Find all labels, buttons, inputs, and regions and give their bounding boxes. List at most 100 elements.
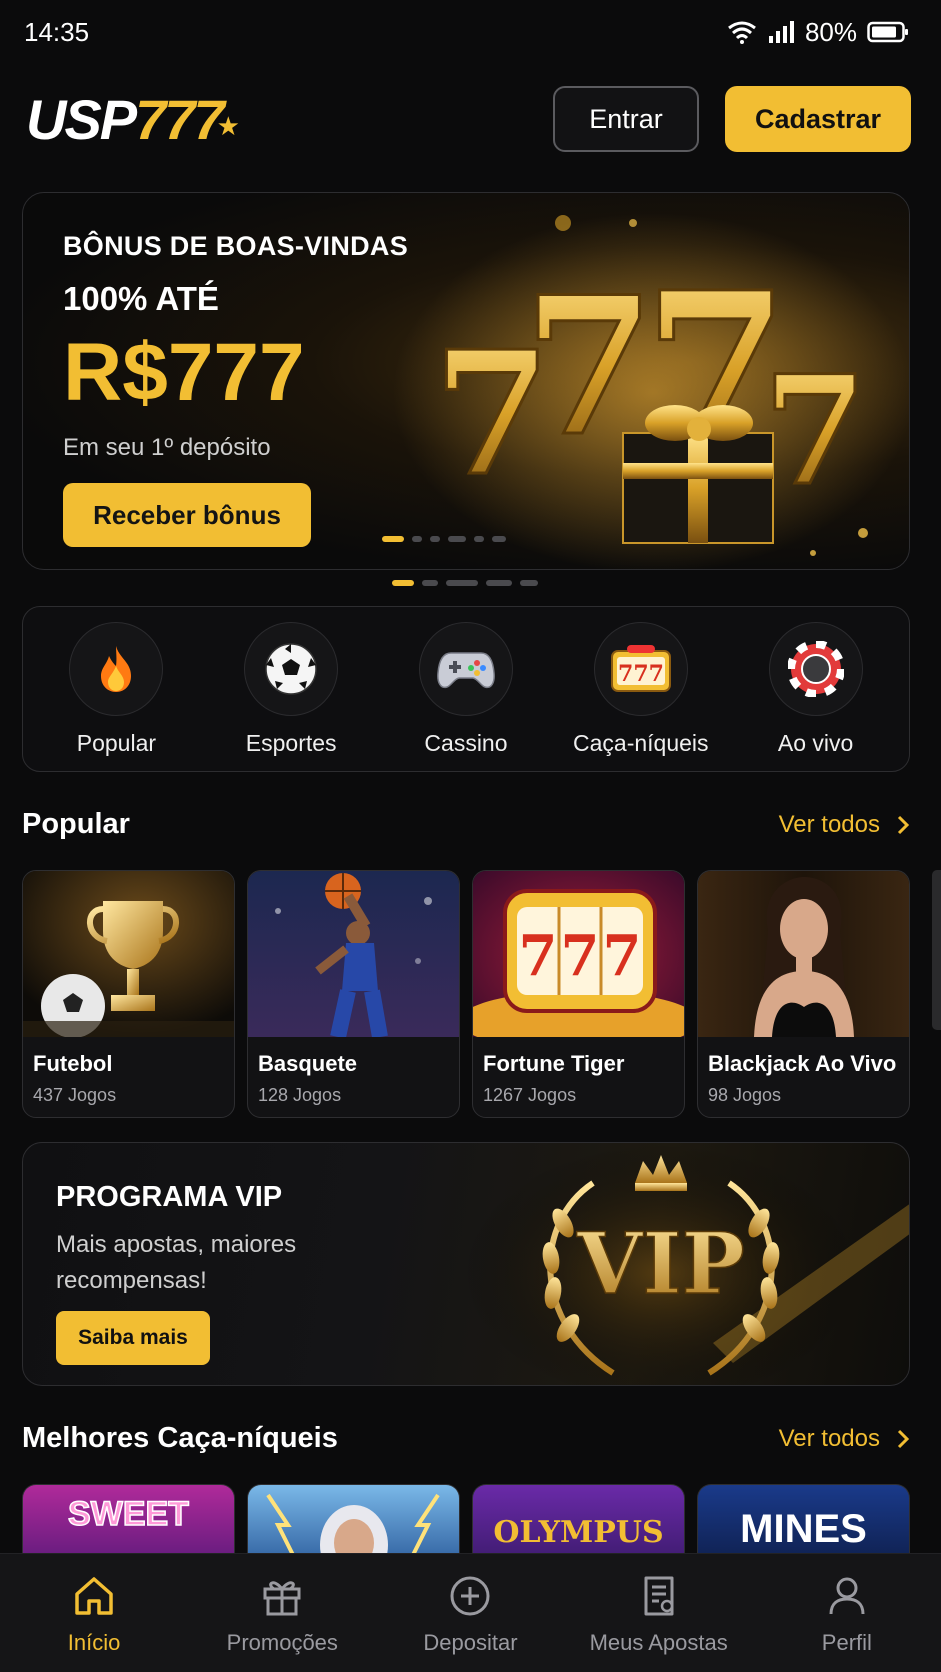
popular-section-header: Popular Ver todos	[22, 808, 910, 841]
learn-more-button[interactable]: Saiba mais	[56, 1311, 210, 1365]
card-title: Futebol	[33, 1051, 113, 1076]
hero-subtitle: Em seu 1º depósito	[63, 434, 271, 461]
register-button[interactable]: Cadastrar	[725, 86, 911, 152]
status-bar: 14:35 80%	[0, 0, 941, 64]
receipt-icon	[644, 1576, 674, 1616]
pagination-dot[interactable]	[486, 580, 512, 586]
svg-text:7: 7	[603, 923, 642, 989]
next-card-peek	[932, 870, 941, 1030]
live-dealer-image	[698, 871, 909, 1037]
pagination-dot[interactable]	[412, 536, 422, 542]
pagination-dot[interactable]	[422, 580, 438, 586]
trophy-ball-image	[23, 871, 234, 1037]
card-count: 128 Jogos	[258, 1085, 342, 1105]
card-title: Fortune Tiger	[483, 1051, 625, 1076]
popular-carousel: Futebol 437 Jogos Basquete 128 Jogos 7 7…	[22, 870, 910, 1118]
category-label: Ao vivo	[777, 729, 854, 756]
svg-text:7: 7	[519, 923, 558, 989]
game-card-basketball[interactable]: Basquete 128 Jogos	[247, 870, 460, 1118]
banner-pagination	[392, 580, 538, 586]
nav-my-bets[interactable]: Meus Apostas	[574, 1574, 744, 1656]
user-icon	[829, 1577, 865, 1615]
category-popular[interactable]: Popular	[31, 621, 201, 757]
slot-777-icon: 777	[593, 621, 688, 716]
signal-icon	[768, 21, 794, 43]
category-slots[interactable]: 777 Caça-níqueis	[556, 621, 726, 757]
category-casino[interactable]: Cassino	[381, 621, 551, 757]
card-title: Blackjack Ao Vivo	[708, 1051, 897, 1076]
vip-laurel-crown-illustration: VIP	[461, 1143, 909, 1385]
plus-circle-icon	[450, 1576, 490, 1616]
pagination-dot[interactable]	[520, 580, 538, 586]
pagination-dot[interactable]	[474, 536, 484, 542]
golden-777-gift-illustration: 7 7 7 7	[393, 213, 909, 569]
battery-percent: 80%	[804, 16, 857, 47]
category-label: Esportes	[245, 729, 337, 756]
category-label: Cassino	[424, 729, 508, 756]
slot-art-title: SWEET	[67, 1494, 189, 1534]
casino-chip-icon	[768, 621, 863, 716]
pagination-dot-active[interactable]	[382, 536, 404, 542]
vip-title: PROGRAMA VIP	[56, 1181, 283, 1213]
card-count: 1267 Jogos	[483, 1085, 577, 1105]
logo[interactable]: USP 777 ★	[26, 87, 240, 152]
hero-text: BÔNUS DE BOAS-VINDAS 100% ATÉ R$777 Em s…	[63, 231, 408, 462]
hero-offer-line: 100% ATÉ	[63, 280, 219, 317]
card-count: 98 Jogos	[708, 1085, 782, 1105]
pagination-dot[interactable]	[446, 580, 478, 586]
svg-text:777: 777	[618, 661, 664, 687]
slot-art-title: MINES	[740, 1507, 867, 1551]
nav-deposit[interactable]: Depositar	[385, 1574, 555, 1656]
pagination-dot[interactable]	[492, 536, 506, 542]
category-live[interactable]: Ao vivo	[731, 621, 901, 757]
nav-home[interactable]: Início	[9, 1574, 179, 1656]
status-icons: 80%	[727, 17, 909, 48]
vip-subtitle: Mais apostas, maiores recompensas!	[56, 1231, 297, 1294]
popular-see-all-link[interactable]: Ver todos	[779, 811, 910, 839]
card-count: 437 Jogos	[33, 1085, 117, 1105]
welcome-bonus-banner[interactable]: 7 7 7 7 BÔNUS DE BOAS-VINDAS 100% ATÉ R$…	[22, 192, 910, 570]
header: USP 777 ★ Entrar Cadastrar	[0, 84, 941, 154]
home-icon	[75, 1577, 113, 1615]
banner-inner-pagination	[382, 536, 506, 542]
slot-art-title: OLYMPUS	[493, 1515, 664, 1550]
star-icon: ★	[216, 110, 240, 141]
nav-label: Depositar	[423, 1630, 518, 1655]
login-button[interactable]: Entrar	[553, 86, 699, 152]
gamepad-icon	[418, 621, 513, 716]
section-title: Popular	[22, 808, 130, 840]
chevron-right-icon	[897, 1429, 910, 1448]
category-bar: Popular Esportes Cassino 777 Caça-níquei…	[22, 606, 910, 772]
nav-profile[interactable]: Perfil	[762, 1574, 932, 1656]
hero-kicker: BÔNUS DE BOAS-VINDAS	[63, 231, 409, 261]
hero-amount: R$777	[63, 327, 305, 418]
section-title: Melhores Caça-níqueis	[22, 1422, 338, 1454]
see-all-label: Ver todos	[778, 1424, 880, 1452]
pagination-dot[interactable]	[448, 536, 466, 542]
pagination-dot[interactable]	[430, 536, 440, 542]
wifi-icon	[728, 21, 756, 44]
slots-see-all-link[interactable]: Ver todos	[779, 1425, 910, 1453]
header-actions: Entrar Cadastrar	[553, 86, 911, 152]
game-card-fortune-tiger[interactable]: 7 7 7 Fortune Tiger 1267 Jogos	[472, 870, 685, 1118]
logo-text-gold: 777	[135, 87, 224, 151]
game-card-blackjack-live[interactable]: Blackjack Ao Vivo 98 Jogos	[697, 870, 910, 1118]
svg-text:7: 7	[561, 923, 600, 989]
card-image	[248, 871, 459, 1037]
basketball-player-image	[248, 871, 459, 1037]
pagination-dot-active[interactable]	[392, 580, 414, 586]
vip-program-banner[interactable]: VIP PROGRAMA VIP Mais apostas, maiores r…	[22, 1142, 910, 1386]
logo-text-white: USP	[26, 87, 137, 151]
soccer-ball-icon	[244, 621, 339, 716]
svg-text:7: 7	[763, 343, 867, 519]
bottom-navigation: Início Promoções Depositar Meus Apostas …	[0, 1553, 941, 1672]
nav-label: Promoções	[226, 1630, 338, 1655]
receive-bonus-button[interactable]: Receber bônus	[63, 483, 311, 547]
nav-label: Meus Apostas	[589, 1630, 728, 1655]
nav-promotions[interactable]: Promoções	[197, 1574, 367, 1656]
status-time: 14:35	[24, 16, 90, 47]
card-image	[23, 871, 234, 1037]
category-sports[interactable]: Esportes	[206, 621, 376, 757]
game-card-football[interactable]: Futebol 437 Jogos	[22, 870, 235, 1118]
card-title: Basquete	[258, 1051, 358, 1076]
